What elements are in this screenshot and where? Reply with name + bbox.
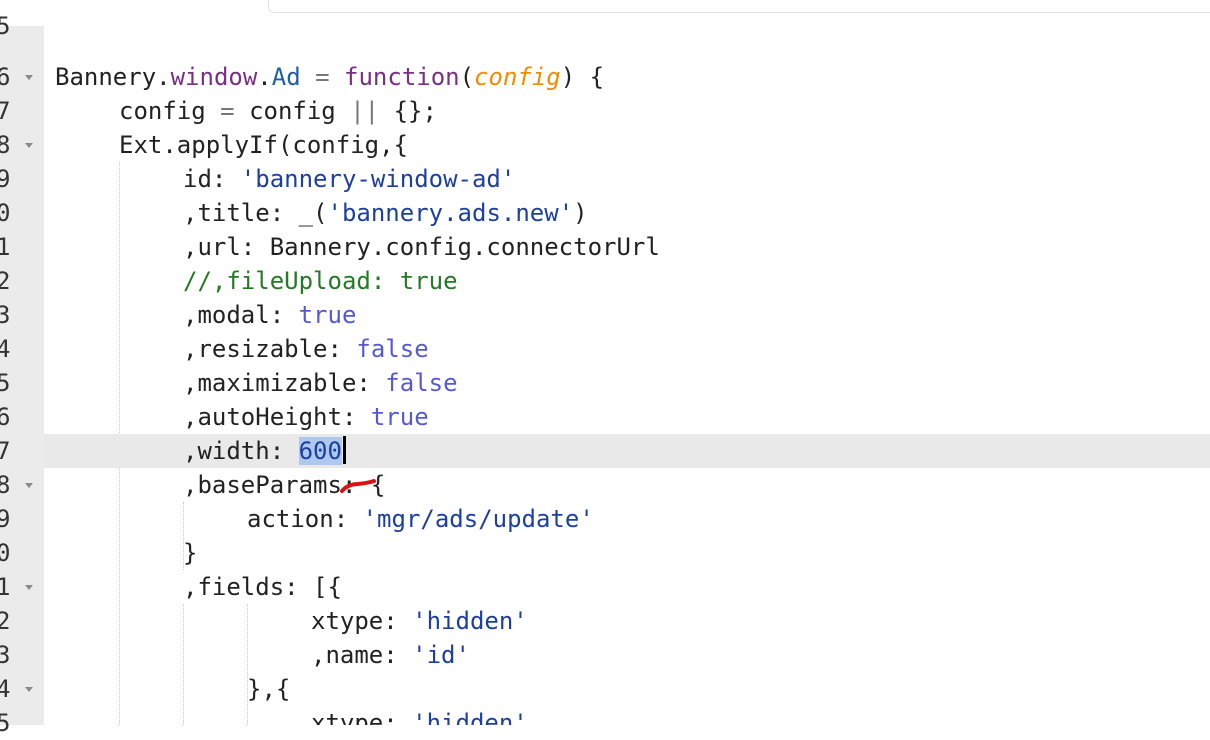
code-line: id: 'bannery-window-ad' [183, 165, 516, 193]
code-line: } [183, 539, 198, 567]
code-line: xtype: 'hidden' [311, 607, 528, 635]
line-number: 0 [0, 539, 11, 567]
line-number: 5 [0, 369, 11, 397]
top-input-box[interactable] [268, 0, 1210, 13]
line-number: 0 [0, 199, 11, 227]
code-line: ,autoHeight: true [183, 403, 429, 431]
line-number: 5 [0, 12, 11, 40]
code-line: xtype: 'hidden' [311, 709, 528, 725]
code-line: ,resizable: false [183, 335, 429, 363]
fold-arrow-icon[interactable] [25, 585, 33, 590]
code-line: ,name: 'id' [311, 641, 470, 669]
code-line: ,title: _('bannery.ads.new') [183, 199, 588, 227]
fold-arrow-icon[interactable] [25, 75, 33, 80]
line-number: 2 [0, 607, 11, 635]
code-line: //,fileUpload: true [183, 267, 458, 295]
code-line: ,fields: [{ [183, 573, 342, 601]
text-caret [342, 436, 346, 464]
code-area[interactable]: Bannery.window.Ad = function(config) { c… [44, 26, 1210, 725]
code-line: Bannery.window.Ad = function(config) { [55, 63, 605, 91]
code-line: Ext.applyIf(config,{ [119, 131, 408, 159]
line-number: 7 [0, 437, 11, 465]
line-number: 1 [0, 233, 11, 261]
active-code-line: ,width: 600 [44, 434, 1210, 468]
line-number: 6 [0, 60, 44, 94]
line-number: 4 [0, 335, 11, 363]
code-line: ,url: Bannery.config.connectorUrl [183, 233, 660, 261]
code-line: },{ [247, 675, 291, 703]
code-line: config = config || {}; [119, 97, 437, 125]
line-number: 3 [0, 641, 11, 669]
line-number: 8 [0, 128, 44, 162]
line-number-gutter: 5 6 7 8 9 0 1 2 3 4 5 6 7 8 9 0 1 2 3 4 … [0, 12, 44, 737]
line-number: 3 [0, 301, 11, 329]
code-line: action: 'mgr/ads/update' [247, 505, 594, 533]
selected-value[interactable]: 600 [298, 437, 342, 465]
line-number: 4 [0, 672, 44, 706]
code-line: ,maximizable: false [183, 369, 458, 397]
line-number: 8 [0, 468, 44, 502]
fold-arrow-icon[interactable] [25, 143, 33, 148]
line-number: 6 [0, 403, 11, 431]
line-number: 9 [0, 505, 11, 533]
line-number: 5 [0, 709, 11, 737]
line-number: 2 [0, 267, 11, 295]
line-number: 7 [0, 97, 11, 125]
line-number: 9 [0, 165, 11, 193]
code-editor[interactable]: 5 6 7 8 9 0 1 2 3 4 5 6 7 8 9 0 1 2 3 4 … [0, 12, 1210, 737]
code-line: ,baseParams: { [183, 471, 386, 499]
fold-arrow-icon[interactable] [25, 483, 33, 488]
code-line: ,modal: true [183, 301, 357, 329]
red-annotation-mark [340, 479, 376, 493]
line-number: 1 [0, 570, 44, 604]
fold-arrow-icon[interactable] [25, 687, 33, 692]
